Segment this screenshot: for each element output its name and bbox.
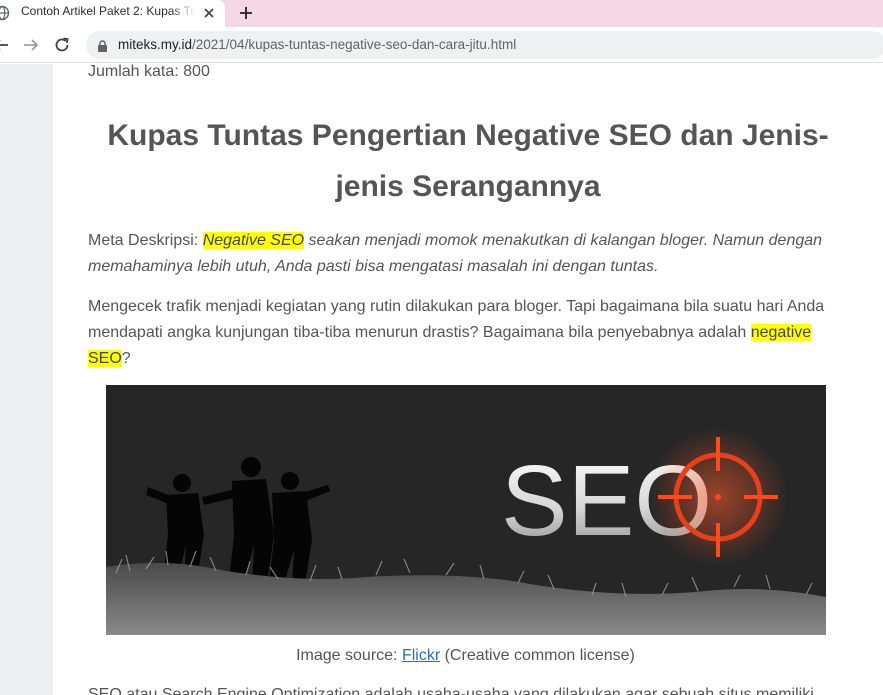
meta-description: Meta Deskripsi: Negative SEO seakan menj… — [88, 228, 833, 280]
browser-toolbar: miteks.my.id/2021/04/kupas-tuntas-negati… — [0, 27, 883, 63]
url-path: /2021/04/kupas-tuntas-negative-seo-dan-c… — [192, 37, 517, 52]
tab-title: Contoh Artikel Paket 2: Kupas Tuntas Neg… — [21, 4, 196, 18]
tab-strip: Contoh Artikel Paket 2: Kupas Tuntas Neg… — [0, 0, 883, 27]
page-viewport: Jumlah kata: 800 Kupas Tuntas Pengertian… — [0, 64, 883, 695]
next-paragraph: SEO atau Search Engine Optimization adal… — [88, 686, 814, 695]
globe-icon — [0, 5, 10, 21]
back-arrow-icon[interactable] — [0, 36, 10, 54]
intro-end: ? — [121, 350, 131, 367]
meta-highlight: Negative SEO — [202, 232, 305, 249]
close-icon[interactable] — [201, 5, 217, 21]
intro-paragraph: Mengecek trafik menjadi kegiatan yang ru… — [88, 294, 833, 372]
word-count: Jumlah kata: 800 — [88, 64, 210, 80]
article-body: Jumlah kata: 800 Kupas Tuntas Pengertian… — [53, 64, 883, 695]
flickr-link[interactable]: Flickr — [402, 647, 440, 664]
caption-suffix: (Creative common license) — [440, 647, 635, 664]
crosshair-icon — [648, 427, 788, 567]
lock-icon[interactable] — [97, 39, 108, 52]
browser-tab[interactable]: Contoh Artikel Paket 2: Kupas Tuntas Neg… — [0, 0, 225, 27]
new-tab-icon[interactable] — [236, 3, 256, 23]
address-bar[interactable]: miteks.my.id/2021/04/kupas-tuntas-negati… — [86, 31, 883, 59]
caption-prefix: Image source: — [296, 647, 402, 664]
forward-arrow-icon[interactable] — [22, 36, 40, 54]
url-host: miteks.my.id — [118, 37, 193, 52]
seo-hero-image: SEO — [106, 385, 826, 635]
meta-label: Meta Deskripsi: — [88, 232, 203, 249]
image-caption: Image source: Flickr (Creative common li… — [88, 647, 843, 665]
url-text: miteks.my.id/2021/04/kupas-tuntas-negati… — [118, 37, 516, 52]
intro-text: Mengecek trafik menjadi kegiatan yang ru… — [88, 298, 825, 341]
reload-icon[interactable] — [53, 36, 71, 54]
article-title: Kupas Tuntas Pengertian Negative SEO dan… — [107, 119, 829, 203]
